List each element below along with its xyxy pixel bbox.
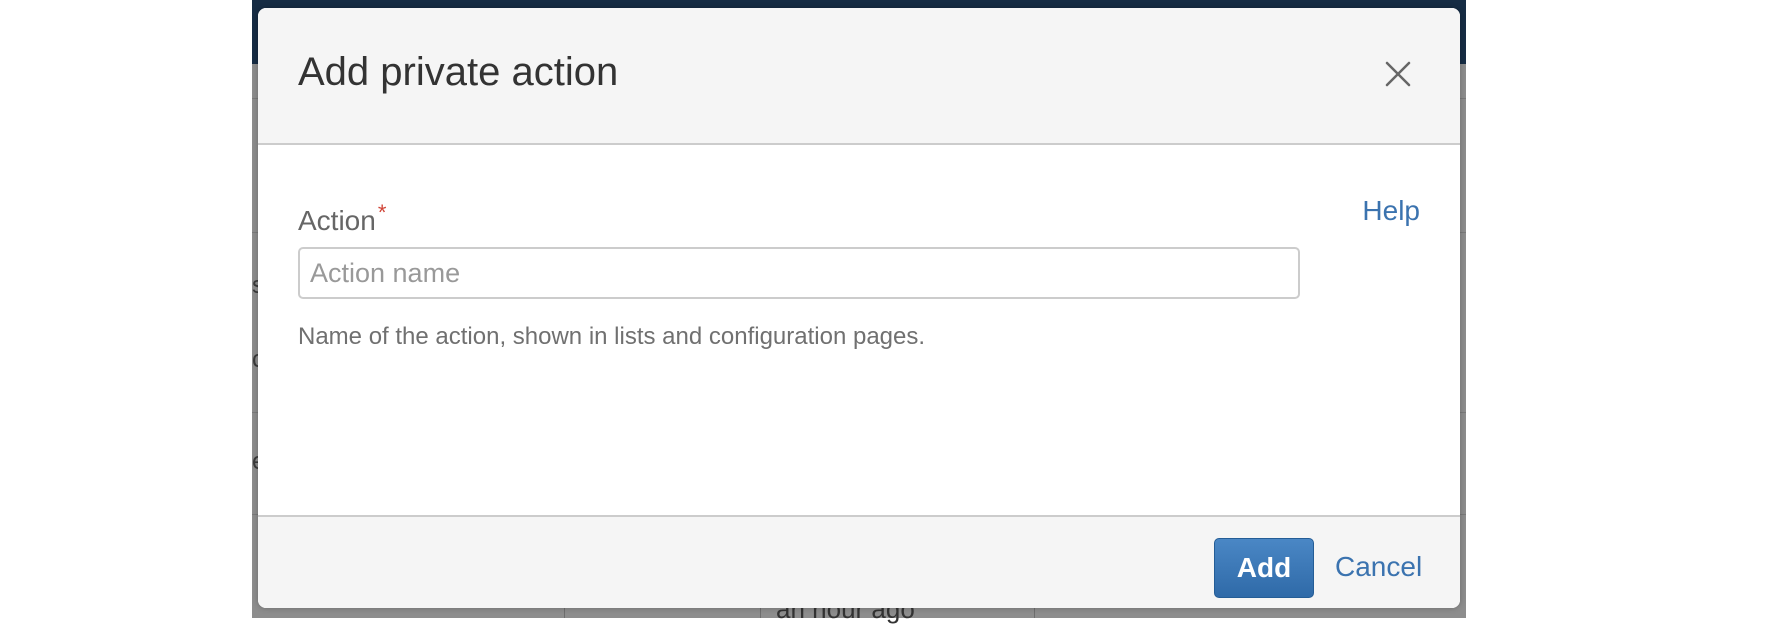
add-button[interactable]: Add (1214, 538, 1314, 598)
dialog-title: Add private action (298, 50, 619, 94)
action-label-text: Action (298, 205, 376, 236)
close-icon (1385, 61, 1411, 87)
close-button[interactable] (1382, 58, 1414, 90)
action-field-label: Action* (298, 200, 386, 237)
cancel-link[interactable]: Cancel (1335, 551, 1422, 583)
help-link[interactable]: Help (1362, 195, 1420, 227)
required-indicator: * (377, 200, 387, 225)
dialog-header: Add private action (258, 8, 1460, 145)
add-private-action-dialog: Add private action Help Action* Name of … (258, 8, 1460, 608)
action-field-description: Name of the action, shown in lists and c… (298, 323, 926, 350)
dialog-footer: Add Cancel (258, 515, 1460, 608)
action-name-input[interactable] (298, 247, 1300, 299)
dialog-body: Help Action* Name of the action, shown i… (258, 145, 1460, 515)
